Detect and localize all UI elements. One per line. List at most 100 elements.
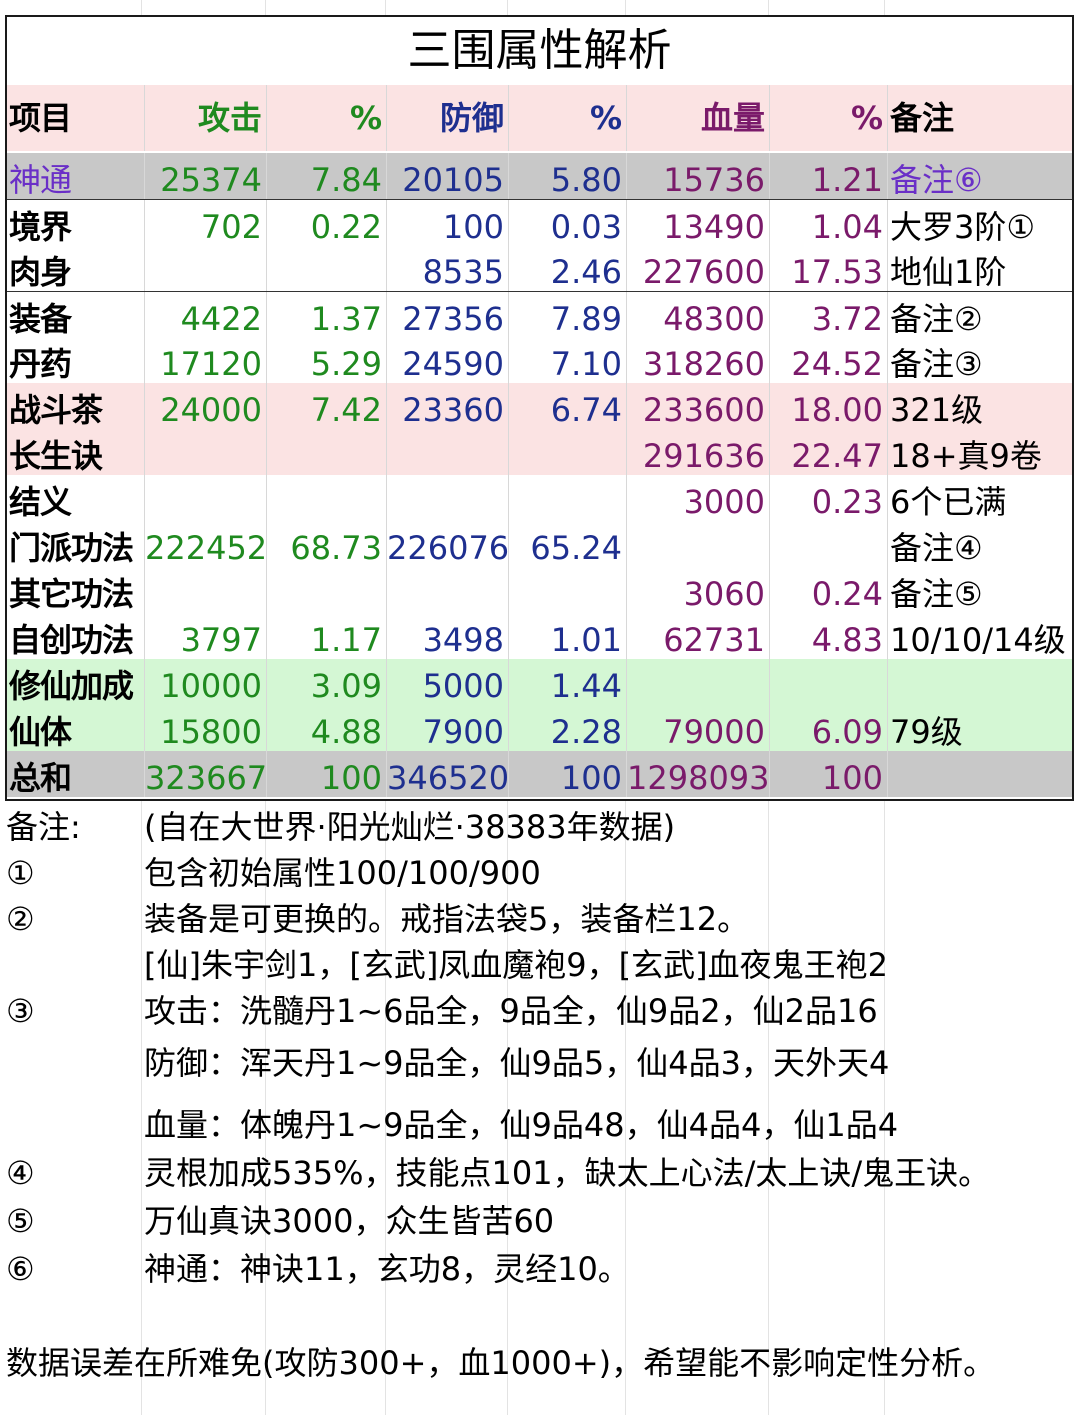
attack-percent [267,567,387,613]
defense-value: 24590 [387,337,509,383]
hp-value: 1298093 [627,751,770,797]
defense-percent: 6.74 [509,383,627,429]
attack-value [145,245,267,291]
defense-value: 5000 [387,659,509,705]
defense-value [387,429,509,475]
note-value: 备注⑤ [890,575,983,613]
defense-percent: 7.10 [509,337,627,383]
hp-percent: 24.52 [770,337,888,383]
note-marker: ⑤ [6,1202,35,1240]
hp-value: 227600 [627,245,770,291]
hp-value: 13490 [627,200,770,246]
note-row: ④ 灵根加成535%，技能点101，缺太上心法/太上诀/鬼王诀。 [0,1150,1080,1196]
header-attack: 攻击 [145,85,267,151]
attack-value: 15800 [145,705,267,751]
hp-percent: 1.04 [770,200,888,246]
defense-percent: 1.44 [509,659,627,705]
table-row: 总和 323667 100 346520 100 1298093 100 [7,751,1072,797]
attack-value: 3797 [145,613,267,659]
note-marker: ① [6,854,35,892]
note-text: [仙]朱宇剑1，[玄武]凤血魔袍9，[玄武]血夜鬼王袍2 [144,946,888,984]
attack-value: 702 [145,200,267,246]
hp-percent: 3.72 [770,292,888,338]
hp-percent: 1.21 [770,153,888,199]
attack-value: 25374 [145,153,267,199]
attack-value: 222452 [145,521,267,567]
note-value: 79级 [890,713,963,751]
note-marker: ④ [6,1154,35,1192]
table-header-row: 项目 攻击 % 防御 % 血量 % 备注 [7,85,1072,151]
attack-percent: 68.73 [267,521,387,567]
defense-percent: 2.46 [509,245,627,291]
defense-value: 100 [387,200,509,246]
footer-note: 数据误差在所难免(攻防300+，血1000+)，希望能不影响定性分析。 [6,1344,996,1382]
header-note: 备注 [890,99,955,137]
table-row: 修仙加成 10000 3.09 5000 1.44 [7,659,1072,705]
attack-value: 10000 [145,659,267,705]
note-text: 防御：浑天丹1~9品全，仙9品5，仙4品3，天外天4 [144,1044,890,1082]
hp-value: 79000 [627,705,770,751]
row-name: 门派功法 [7,521,145,567]
attack-value [145,475,267,521]
table-row: 境界 702 0.22 100 0.03 13490 1.04 大罗3阶① [7,199,1072,246]
table-row: 其它功法 3060 0.24 备注⑤ [7,567,1072,613]
defense-value: 20105 [387,153,509,199]
table-row: 丹药 17120 5.29 24590 7.10 318260 24.52 备注③ [7,337,1072,383]
row-name: 结义 [7,475,145,521]
note-value: 18+真9卷 [890,437,1042,475]
hp-value: 48300 [627,292,770,338]
hp-value: 15736 [627,153,770,199]
note-row: 防御：浑天丹1~9品全，仙9品5，仙4品3，天外天4 [0,1040,1080,1086]
row-name: 丹药 [7,337,145,383]
defense-value: 3498 [387,613,509,659]
row-name: 仙体 [7,705,145,751]
hp-percent [770,521,888,567]
row-name: 修仙加成 [7,659,145,705]
defense-value: 27356 [387,292,509,338]
note-row: ① 包含初始属性100/100/900 [0,850,1080,896]
defense-percent [509,567,627,613]
defense-value: 7900 [387,705,509,751]
header-hp: 血量 [627,85,770,151]
attack-value: 24000 [145,383,267,429]
table-row: 长生诀 291636 22.47 18+真9卷 [7,429,1072,475]
header-item: 项目 [7,85,145,151]
note-value [888,751,1072,797]
note-value: 321级 [890,391,984,429]
defense-percent [509,475,627,521]
attack-value [145,429,267,475]
hp-percent: 100 [770,751,888,797]
hp-percent: 18.00 [770,383,888,429]
defense-percent: 5.80 [509,153,627,199]
defense-value: 226076 [387,521,509,567]
hp-value [627,521,770,567]
note-row: [仙]朱宇剑1，[玄武]凤血魔袍9，[玄武]血夜鬼王袍2 [0,942,1080,988]
page-title: 三围属性解析 [407,25,672,76]
attack-percent [267,429,387,475]
row-name: 境界 [7,200,145,246]
row-name: 神通 [7,153,145,199]
hp-percent: 6.09 [770,705,888,751]
header-defense-percent: % [509,85,627,151]
defense-percent: 65.24 [509,521,627,567]
hp-percent: 0.24 [770,567,888,613]
row-name: 肉身 [7,245,145,291]
attack-percent: 4.88 [267,705,387,751]
hp-percent: 0.23 [770,475,888,521]
attack-percent: 1.37 [267,292,387,338]
attack-value: 323667 [145,751,267,797]
note-text: 神通：神诀11，玄功8，灵经10。 [144,1250,630,1288]
hp-value: 318260 [627,337,770,383]
attack-percent [267,475,387,521]
attack-percent: 5.29 [267,337,387,383]
header-hp-percent: % [770,85,888,151]
note-row: ② 装备是可更换的。戒指法袋5，装备栏12。 [0,896,1080,942]
table-row: 自创功法 3797 1.17 3498 1.01 62731 4.83 10/10/14级 [7,613,1072,659]
defense-percent: 7.89 [509,292,627,338]
note-value [888,659,1072,705]
attribute-table: 三围属性解析 项目 攻击 % 防御 % 血量 % 备注 神通 25374 7.84 2… [5,15,1074,801]
note-row: ⑥ 神通：神诀11，玄功8，灵经10。 [0,1246,1080,1292]
note-row: 血量：体魄丹1~9品全，仙9品48，仙4品4，仙1品4 [0,1102,1080,1148]
note-value: 备注② [890,300,983,338]
note-marker: ② [6,900,35,938]
